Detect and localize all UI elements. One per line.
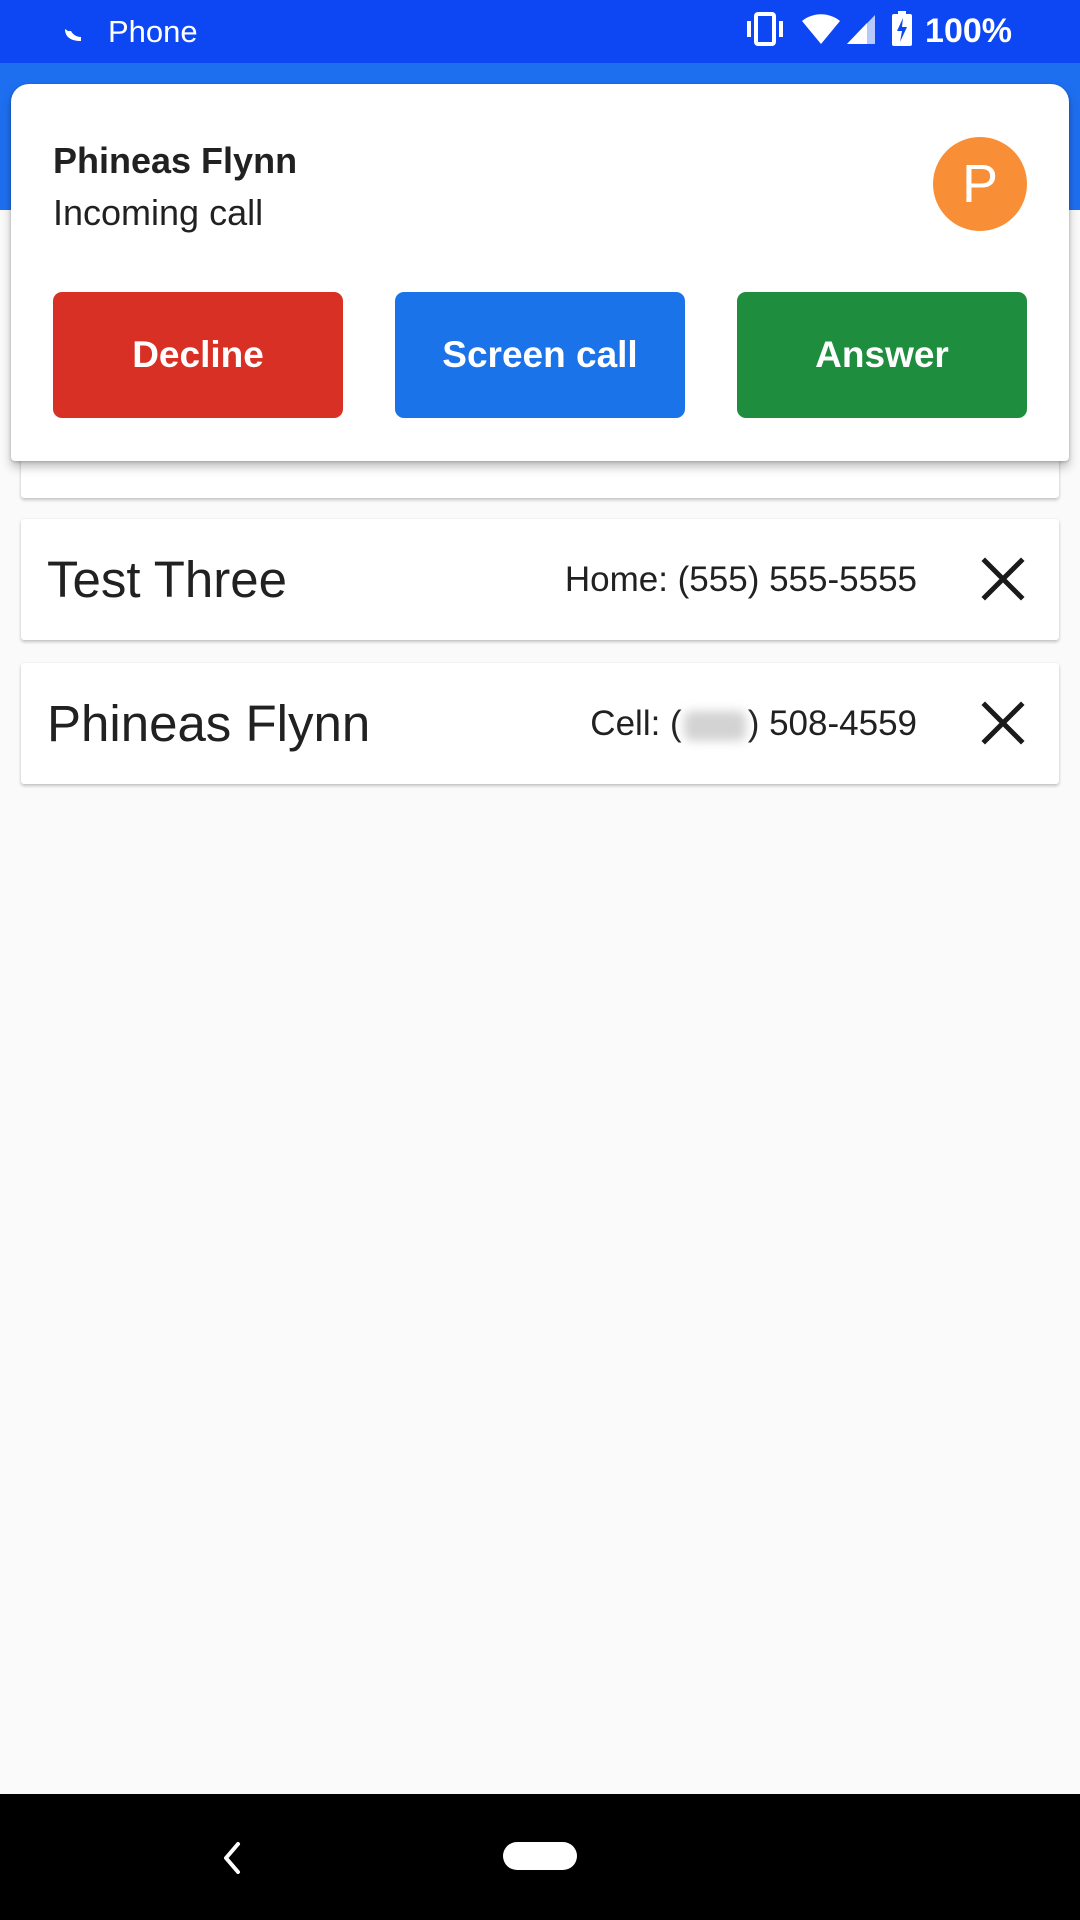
contact-phone: Cell: ( ) 508-4559 <box>590 663 917 784</box>
contact-phone: Home: (555) 555-5555 <box>564 560 917 599</box>
status-right: 100% <box>729 0 1012 63</box>
contact-name: Phineas Flynn <box>47 695 371 752</box>
home-pill-icon[interactable] <box>503 1842 577 1870</box>
cell-signal-icon <box>845 13 877 50</box>
decline-button[interactable]: Decline <box>53 292 343 418</box>
phone-suffix: ) 508-4559 <box>747 704 917 743</box>
battery-charging-icon <box>891 11 913 52</box>
status-bar: Phone 100% <box>0 0 1080 63</box>
vibrate-icon <box>743 12 787 51</box>
contact-name: Test Three <box>47 551 288 608</box>
back-icon[interactable] <box>218 1840 248 1876</box>
phone-handset-icon <box>62 20 86 44</box>
navigation-bar <box>0 1794 1080 1920</box>
status-left: Phone <box>62 0 198 63</box>
avatar: P <box>933 137 1027 231</box>
contact-card[interactable]: Test Three Home: (555) 555-5555 <box>21 519 1059 640</box>
screen-call-button[interactable]: Screen call <box>395 292 685 418</box>
status-app-name: Phone <box>108 13 198 49</box>
wifi-icon <box>801 13 841 50</box>
incoming-call-notification[interactable]: Phineas Flynn Incoming call P Decline Sc… <box>11 84 1069 461</box>
caller-name: Phineas Flynn <box>53 140 298 181</box>
close-icon[interactable] <box>979 699 1027 747</box>
battery-percent: 100% <box>925 12 1012 50</box>
phone-prefix: Cell: ( <box>590 704 682 743</box>
answer-button[interactable]: Answer <box>737 292 1027 418</box>
redacted-area-code <box>683 710 746 741</box>
call-status: Incoming call <box>53 192 264 233</box>
close-icon[interactable] <box>979 555 1027 603</box>
contact-card[interactable]: Phineas Flynn Cell: ( ) 508-4559 <box>21 663 1059 784</box>
